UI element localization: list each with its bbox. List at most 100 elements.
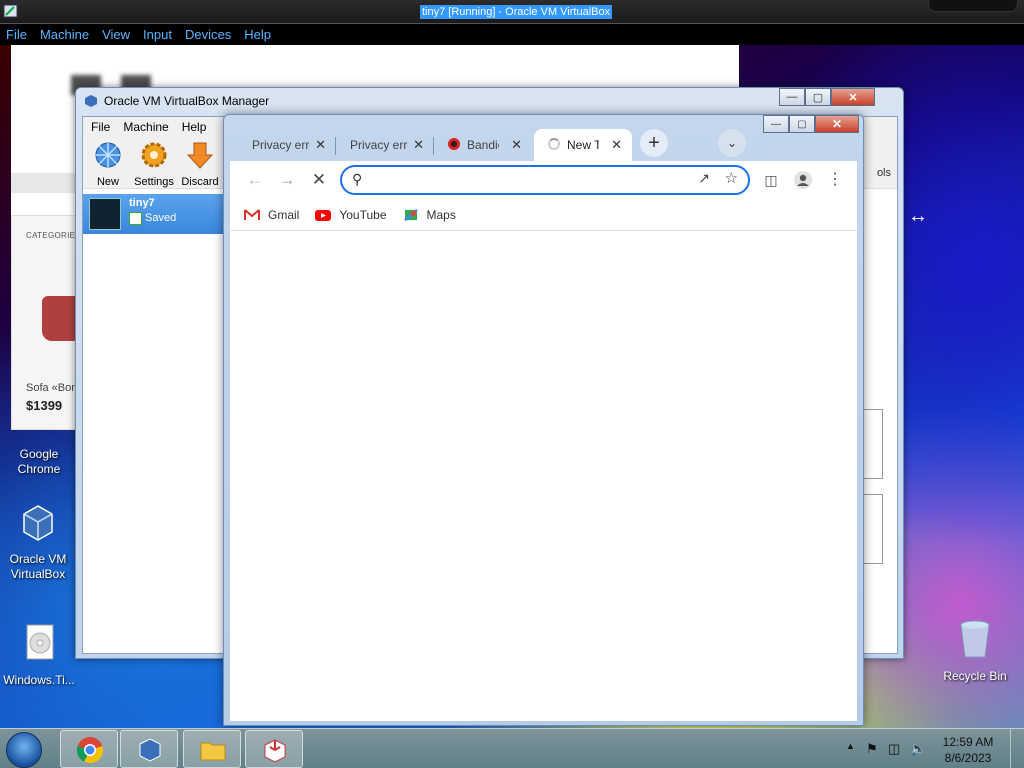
host-menu-help[interactable]: Help: [244, 24, 271, 45]
address-input[interactable]: [376, 171, 676, 189]
bookmark-label: Maps: [426, 207, 456, 222]
chrome-window: — ▢ ✕ Privacy error ✕ Privacy error ✕ Ba…: [223, 114, 864, 726]
side-panel-button[interactable]: ◫: [758, 167, 784, 193]
more-menu-button[interactable]: ⋮: [822, 167, 848, 193]
folder-icon: [200, 742, 226, 761]
tab-new-tab[interactable]: New Tab ✕: [534, 129, 632, 161]
tab-title: Bandicam: [467, 138, 499, 152]
plus-icon: +: [648, 132, 660, 154]
show-desktop-button[interactable]: [1010, 729, 1024, 768]
resize-cursor-icon: ↔: [908, 205, 928, 227]
taskbar-explorer-button[interactable]: [183, 730, 241, 768]
window-title: Oracle VM VirtualBox Manager: [104, 94, 270, 108]
taskbar-virtualbox-button[interactable]: [120, 730, 178, 768]
window-controls: — ▢ ✕: [779, 88, 875, 106]
show-hidden-icons-icon[interactable]: ▲: [846, 741, 855, 751]
chevron-down-icon: ⌄: [726, 136, 738, 150]
profile-avatar-icon: [794, 171, 812, 189]
desktop-icon-label: Recycle Bin: [943, 669, 1007, 683]
desktop-icon-label: Chrome: [17, 462, 61, 476]
window-title-bar[interactable]: Oracle VM VirtualBox Manager — ▢ ✕: [76, 88, 903, 114]
recycle-bin-icon: [960, 620, 990, 658]
new-tab-button[interactable]: +: [640, 129, 668, 157]
desktop-icon-google-chrome[interactable]: Google Chrome: [0, 423, 79, 477]
host-menu-view[interactable]: View: [102, 24, 130, 45]
tab-close-icon[interactable]: ✕: [511, 137, 522, 153]
manager-menu-machine[interactable]: Machine: [123, 117, 168, 137]
tab-privacy-error-2[interactable]: Privacy error ✕: [336, 129, 434, 161]
bookmark-maps[interactable]: Maps: [403, 199, 456, 230]
clock-date: 8/6/2023: [944, 751, 992, 765]
new-button[interactable]: New: [85, 137, 131, 188]
virtualbox-icon: [23, 505, 53, 541]
categories-label: CATEGORIES: [26, 231, 81, 240]
vm-state: Saved: [145, 212, 177, 224]
desktop-icon-recycle-bin[interactable]: Recycle Bin: [935, 617, 1015, 684]
new-vm-icon: [95, 142, 121, 168]
share-icon[interactable]: ↗: [698, 170, 710, 187]
product-card[interactable]: CATEGORIES Sofa «Born $1399: [11, 215, 82, 430]
tab-close-icon[interactable]: ✕: [611, 137, 622, 153]
manager-menu-file[interactable]: File: [91, 117, 110, 137]
clock[interactable]: 12:59 AM 8/6/2023: [938, 734, 998, 766]
volume-icon[interactable]: 🔈: [910, 741, 926, 757]
tab-bandicam[interactable]: Bandicam ✕: [434, 129, 532, 161]
tools-label-partial: ols: [876, 167, 891, 179]
tab-search-button[interactable]: ⌄: [718, 129, 746, 157]
tab-title: Privacy error: [252, 138, 310, 152]
bandicam-icon: [448, 138, 460, 150]
desktop-icon-label: Oracle VM: [9, 552, 67, 566]
desktop-icon-label: Google: [19, 447, 59, 461]
forward-button[interactable]: →: [274, 167, 300, 193]
profile-button[interactable]: [790, 167, 816, 193]
taskbar-app-button[interactable]: [245, 730, 303, 768]
host-menu-machine[interactable]: Machine: [40, 24, 89, 45]
bookmark-label: YouTube: [339, 207, 387, 222]
virtualbox-icon: [139, 738, 161, 762]
host-menu-file[interactable]: File: [6, 24, 27, 45]
system-tray: ▲ ⚑ ◫ 🔈 12:59 AM 8/6/2023: [834, 729, 1024, 768]
address-bar[interactable]: ⚲ ↗ ☆: [340, 165, 750, 195]
action-center-flag-icon[interactable]: ⚑: [866, 741, 878, 757]
stop-loading-button[interactable]: ✕: [306, 167, 332, 193]
discard-button[interactable]: Discard: [177, 137, 223, 188]
maximize-button[interactable]: ▢: [805, 88, 831, 106]
settings-button[interactable]: Settings: [131, 137, 177, 188]
desktop-icon-windows-image[interactable]: Windows.Ti...: [0, 621, 79, 688]
close-button[interactable]: ✕: [831, 88, 875, 106]
desktop-icon-oracle-vm-virtualbox[interactable]: Oracle VM VirtualBox: [0, 500, 78, 582]
host-window-title: tiny7 [Running] - Oracle VM VirtualBox: [420, 5, 613, 19]
manager-menu-help[interactable]: Help: [182, 117, 207, 137]
product-price: $1399: [26, 398, 63, 413]
vm-list-item[interactable]: tiny7 Saved: [83, 194, 223, 234]
bookmarks-bar: Gmail YouTube Maps: [230, 199, 857, 231]
tab-close-icon[interactable]: ✕: [315, 137, 326, 153]
gear-icon: [141, 142, 167, 168]
tab-title: New Tab: [567, 138, 599, 152]
taskbar-chrome-button[interactable]: [60, 730, 118, 768]
virtualbox-icon: [85, 95, 97, 107]
clock-time: 12:59 AM: [942, 735, 994, 749]
virtualbox-logo-icon: [3, 4, 18, 18]
network-icon[interactable]: ◫: [888, 741, 900, 757]
host-window-controls[interactable]: [928, 0, 1018, 12]
tab-close-icon[interactable]: ✕: [413, 137, 424, 153]
minimize-button[interactable]: —: [779, 88, 805, 106]
taskbar: ▲ ⚑ ◫ 🔈 12:59 AM 8/6/2023: [0, 728, 1024, 768]
host-menu-devices[interactable]: Devices: [185, 24, 231, 45]
start-button[interactable]: [6, 732, 42, 768]
host-menu-input[interactable]: Input: [143, 24, 172, 45]
bookmark-gmail[interactable]: Gmail: [244, 199, 299, 230]
package-icon: [264, 739, 286, 763]
chrome-icon: [17, 423, 61, 443]
loading-spinner-icon: [548, 138, 560, 150]
discard-button-label: Discard: [181, 176, 219, 188]
tab-privacy-error-1[interactable]: Privacy error ✕: [238, 129, 336, 161]
back-button[interactable]: ←: [242, 167, 268, 193]
product-name: Sofa «Born: [26, 382, 82, 394]
windows7-vm-icon: [89, 198, 121, 230]
gmail-icon: [244, 208, 260, 220]
bookmark-youtube[interactable]: YouTube: [315, 199, 387, 230]
bookmark-star-icon[interactable]: ☆: [725, 169, 738, 187]
search-icon: ⚲: [352, 171, 363, 187]
